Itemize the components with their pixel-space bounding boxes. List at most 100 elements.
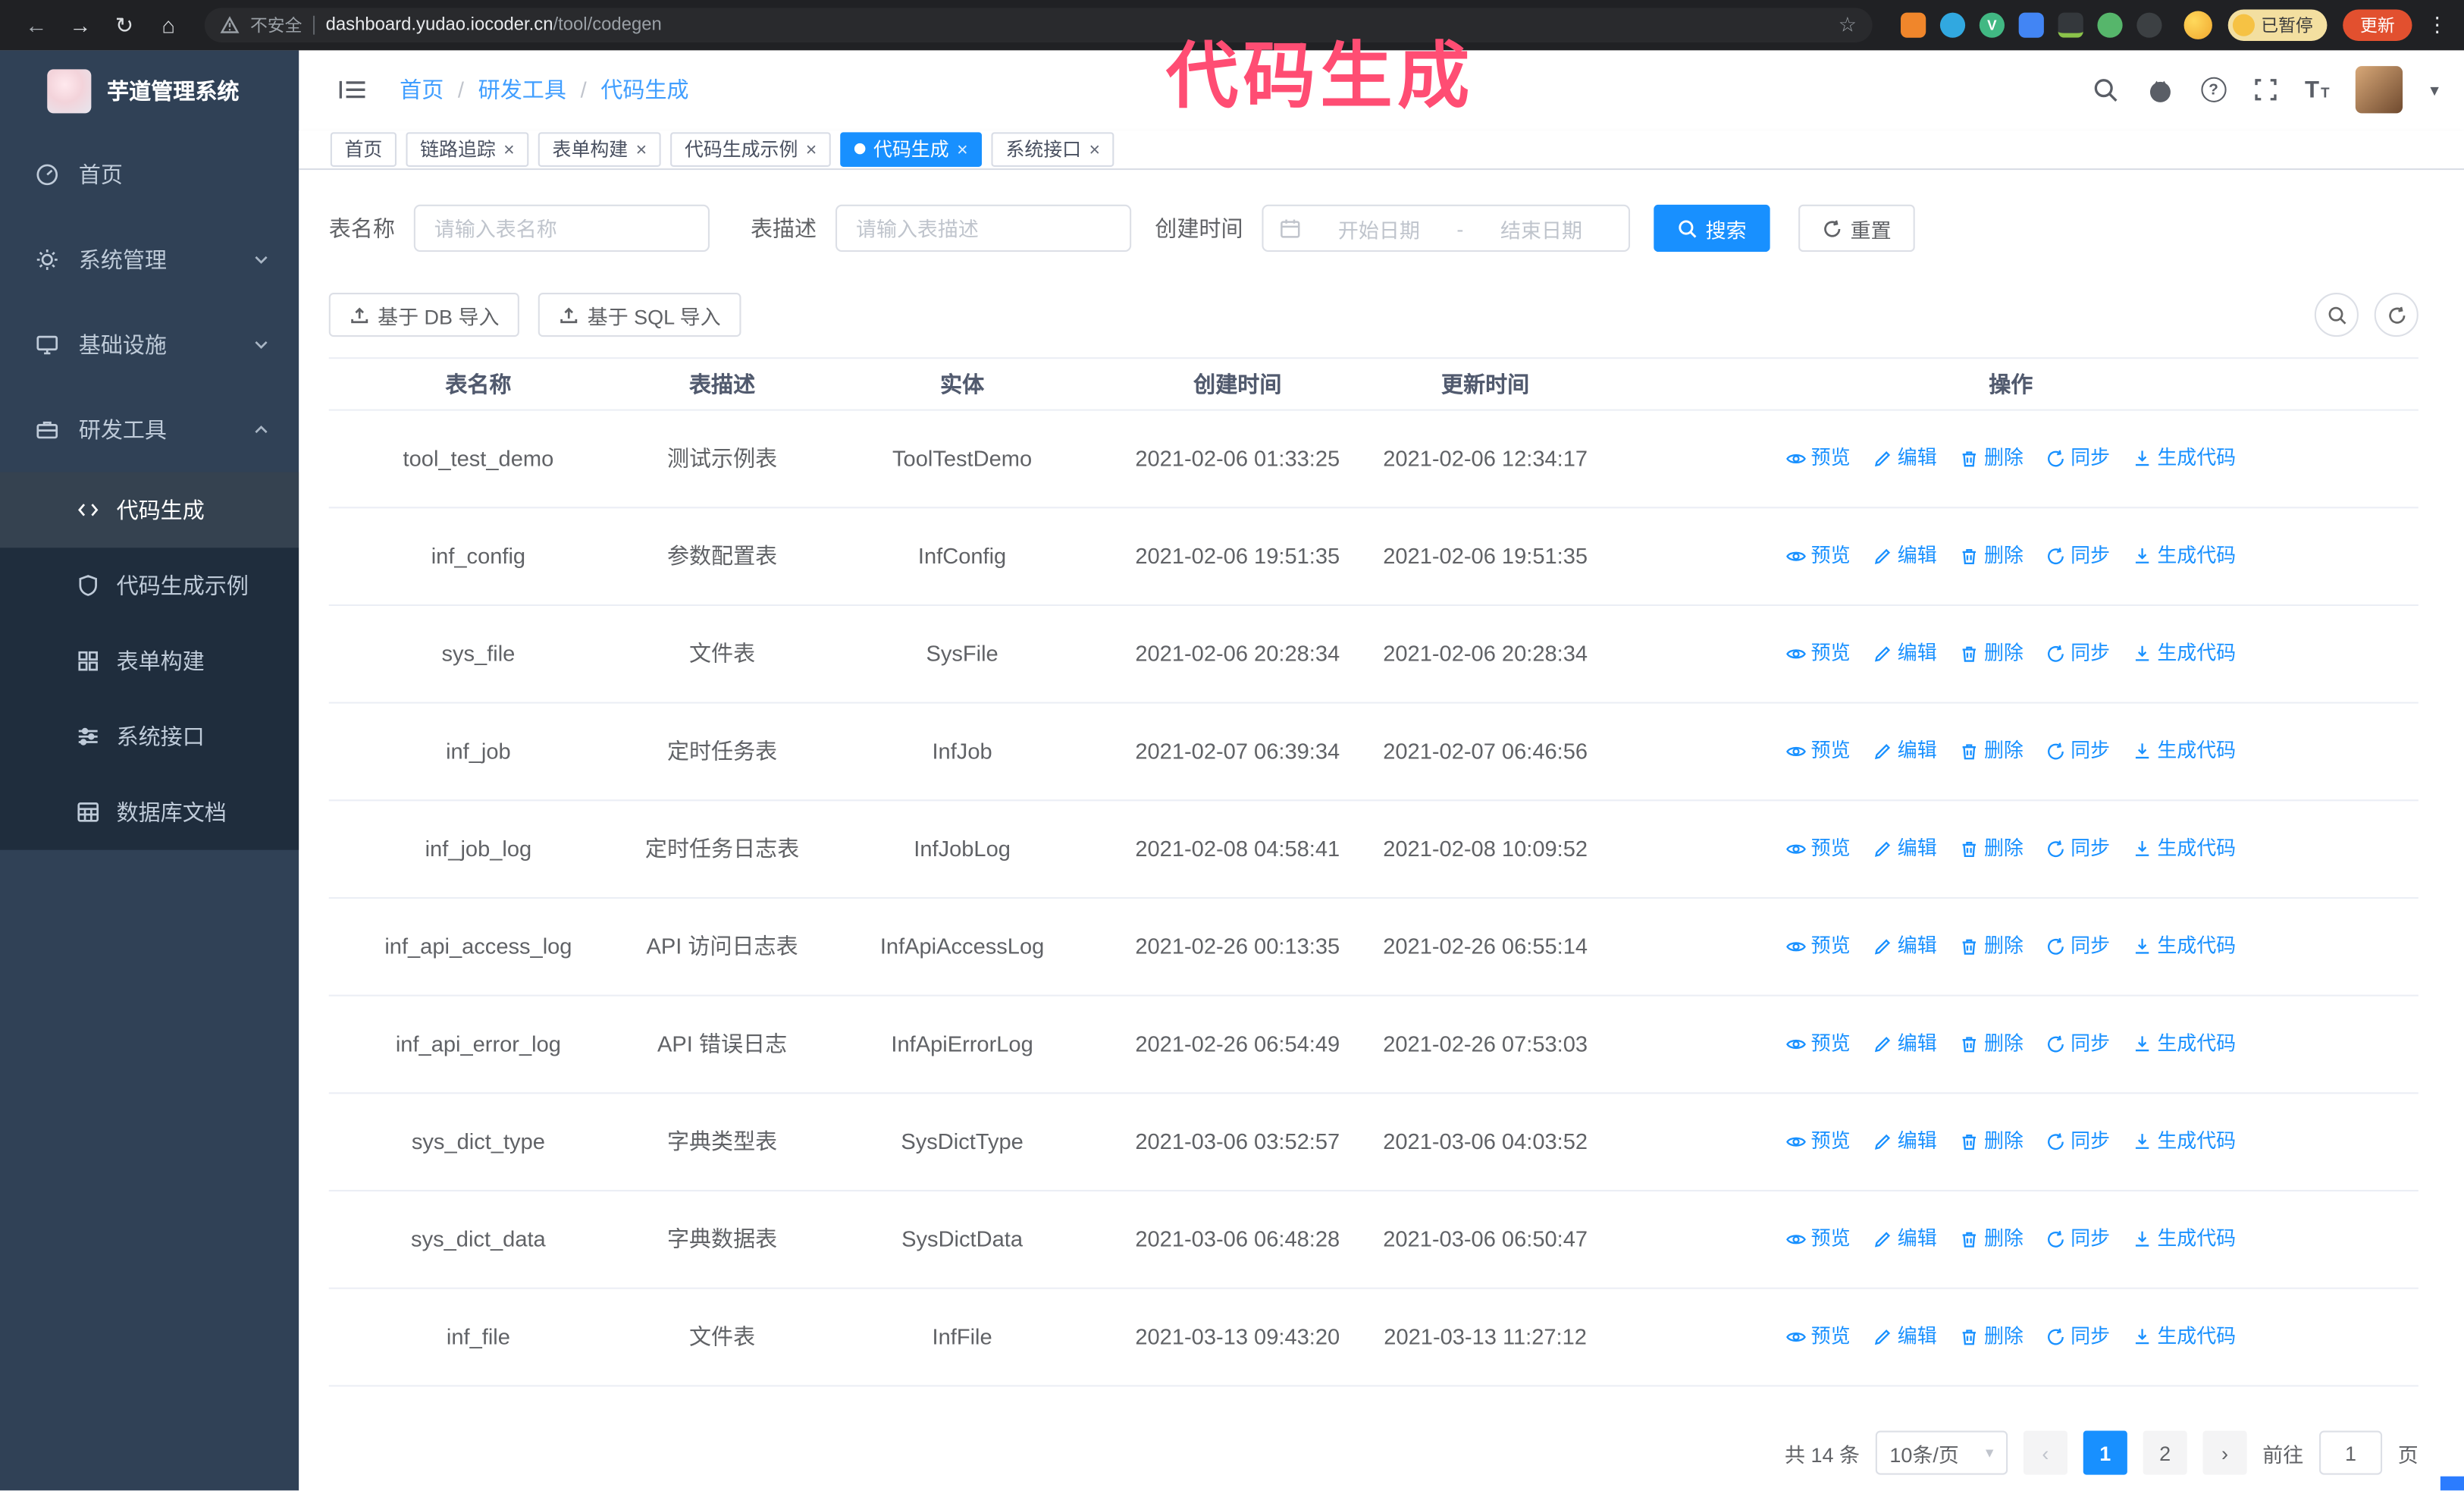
preview-link[interactable]: 预览 bbox=[1785, 834, 1851, 865]
preview-link[interactable]: 预览 bbox=[1785, 737, 1851, 767]
tab[interactable]: 代码生成示例 × bbox=[670, 132, 832, 167]
home-icon[interactable]: ⌂ bbox=[148, 13, 189, 38]
breadcrumb-item-devtools[interactable]: 研发工具 bbox=[478, 74, 566, 106]
sync-link[interactable]: 同步 bbox=[2045, 932, 2110, 962]
help-icon[interactable]: ? bbox=[2200, 77, 2227, 103]
sync-link[interactable]: 同步 bbox=[2045, 1127, 2110, 1157]
delete-link[interactable]: 删除 bbox=[1959, 834, 2024, 865]
breadcrumb-item-home[interactable]: 首页 bbox=[400, 74, 444, 106]
sidebar-subitem-codegen-example[interactable]: 代码生成示例 bbox=[0, 548, 299, 623]
extension-icon[interactable] bbox=[2018, 12, 2044, 38]
edit-link[interactable]: 编辑 bbox=[1873, 1127, 1937, 1157]
tab-close-icon[interactable]: × bbox=[957, 140, 968, 159]
tab-close-icon[interactable]: × bbox=[503, 140, 515, 159]
delete-link[interactable]: 删除 bbox=[1959, 1225, 2024, 1255]
toggle-search-button[interactable] bbox=[2314, 293, 2359, 337]
delete-link[interactable]: 删除 bbox=[1959, 444, 2024, 475]
delete-link[interactable]: 删除 bbox=[1959, 1323, 2024, 1353]
preview-link[interactable]: 预览 bbox=[1785, 444, 1851, 475]
edit-link[interactable]: 编辑 bbox=[1873, 639, 1937, 670]
reload-icon[interactable]: ↻ bbox=[104, 12, 145, 39]
tab[interactable]: 系统接口 × bbox=[991, 132, 1114, 167]
tab[interactable]: 表单构建 × bbox=[538, 132, 661, 167]
extensions-puzzle-icon[interactable] bbox=[2136, 12, 2162, 38]
edit-link[interactable]: 编辑 bbox=[1873, 1323, 1937, 1353]
goto-page-input[interactable] bbox=[2319, 1431, 2383, 1476]
preview-link[interactable]: 预览 bbox=[1785, 541, 1851, 572]
delete-link[interactable]: 删除 bbox=[1959, 541, 2024, 572]
hamburger-icon[interactable] bbox=[324, 77, 381, 102]
tab[interactable]: 代码生成 × bbox=[840, 132, 983, 167]
caret-down-icon[interactable]: ▾ bbox=[2430, 80, 2438, 100]
tab-close-icon[interactable]: × bbox=[806, 140, 817, 159]
extension-icon[interactable] bbox=[1901, 12, 1926, 38]
generate-code-link[interactable]: 生成代码 bbox=[2132, 834, 2236, 865]
sidebar-subitem-db-docs[interactable]: 数据库文档 bbox=[0, 774, 299, 850]
sidebar-item-home[interactable]: 首页 bbox=[0, 132, 299, 217]
search-icon[interactable] bbox=[2093, 77, 2119, 103]
bookmark-star-icon[interactable]: ☆ bbox=[1839, 13, 1857, 38]
sync-link[interactable]: 同步 bbox=[2045, 1030, 2110, 1060]
page-size-select[interactable]: 10条/页 ▾ bbox=[1875, 1431, 2008, 1476]
generate-code-link[interactable]: 生成代码 bbox=[2132, 1030, 2236, 1060]
delete-link[interactable]: 删除 bbox=[1959, 639, 2024, 670]
prev-page-button[interactable]: ‹ bbox=[2023, 1431, 2067, 1476]
generate-code-link[interactable]: 生成代码 bbox=[2132, 1323, 2236, 1353]
delete-link[interactable]: 删除 bbox=[1959, 932, 2024, 962]
tab-close-icon[interactable]: × bbox=[1089, 140, 1100, 159]
extension-icon[interactable] bbox=[2097, 12, 2123, 38]
url-bar[interactable]: 不安全 dashboard.yudao.iocoder.cn/tool/code… bbox=[204, 8, 1873, 43]
sidebar-item-infrastructure[interactable]: 基础设施 bbox=[0, 302, 299, 387]
delete-link[interactable]: 删除 bbox=[1959, 737, 2024, 767]
fullscreen-icon[interactable] bbox=[2252, 77, 2277, 102]
sidebar-subitem-form-builder[interactable]: 表单构建 bbox=[0, 623, 299, 699]
browser-menu-icon[interactable]: ⋮ bbox=[2426, 13, 2448, 38]
delete-link[interactable]: 删除 bbox=[1959, 1127, 2024, 1157]
extension-icon[interactable] bbox=[1939, 12, 1966, 38]
preview-link[interactable]: 预览 bbox=[1785, 1225, 1851, 1255]
generate-code-link[interactable]: 生成代码 bbox=[2132, 1127, 2236, 1157]
delete-link[interactable]: 删除 bbox=[1959, 1030, 2024, 1060]
sidebar-item-devtools[interactable]: 研发工具 bbox=[0, 388, 299, 472]
table-desc-input[interactable] bbox=[835, 205, 1132, 253]
date-range-picker[interactable]: 开始日期 - 结束日期 bbox=[1262, 205, 1631, 253]
refresh-table-button[interactable] bbox=[2374, 293, 2419, 337]
page-button-1[interactable]: 1 bbox=[2083, 1431, 2127, 1476]
preview-link[interactable]: 预览 bbox=[1785, 1127, 1851, 1157]
sync-link[interactable]: 同步 bbox=[2045, 1225, 2110, 1255]
preview-link[interactable]: 预览 bbox=[1785, 1323, 1851, 1353]
forward-icon[interactable]: → bbox=[60, 13, 101, 38]
preview-link[interactable]: 预览 bbox=[1785, 1030, 1851, 1060]
edit-link[interactable]: 编辑 bbox=[1873, 541, 1937, 572]
generate-code-link[interactable]: 生成代码 bbox=[2132, 932, 2236, 962]
sidebar-item-system[interactable]: 系统管理 bbox=[0, 217, 299, 302]
import-sql-button[interactable]: 基于 SQL 导入 bbox=[538, 293, 741, 337]
generate-code-link[interactable]: 生成代码 bbox=[2132, 1225, 2236, 1255]
fontsize-icon[interactable]: TT bbox=[2305, 77, 2330, 103]
sync-link[interactable]: 同步 bbox=[2045, 834, 2110, 865]
sync-link[interactable]: 同步 bbox=[2045, 639, 2110, 670]
github-icon[interactable] bbox=[2146, 77, 2174, 103]
reset-button[interactable]: 重置 bbox=[1798, 205, 1915, 253]
edit-link[interactable]: 编辑 bbox=[1873, 737, 1937, 767]
sidebar-subitem-system-api[interactable]: 系统接口 bbox=[0, 698, 299, 774]
tab[interactable]: 首页 bbox=[330, 132, 397, 167]
page-button-2[interactable]: 2 bbox=[2143, 1431, 2187, 1476]
edit-link[interactable]: 编辑 bbox=[1873, 444, 1937, 475]
breadcrumb-item-codegen[interactable]: 代码生成 bbox=[600, 74, 688, 106]
next-page-button[interactable]: › bbox=[2202, 1431, 2247, 1476]
edit-link[interactable]: 编辑 bbox=[1873, 834, 1937, 865]
edit-link[interactable]: 编辑 bbox=[1873, 1030, 1937, 1060]
generate-code-link[interactable]: 生成代码 bbox=[2132, 541, 2236, 572]
update-button[interactable]: 更新 bbox=[2343, 9, 2412, 41]
vue-devtools-icon[interactable]: V bbox=[1979, 12, 2005, 38]
generate-code-link[interactable]: 生成代码 bbox=[2132, 639, 2236, 670]
generate-code-link[interactable]: 生成代码 bbox=[2132, 737, 2236, 767]
user-avatar[interactable] bbox=[2356, 66, 2404, 115]
extension-icon[interactable] bbox=[2058, 12, 2083, 38]
sync-link[interactable]: 同步 bbox=[2045, 541, 2110, 572]
preview-link[interactable]: 预览 bbox=[1785, 932, 1851, 962]
sync-link[interactable]: 同步 bbox=[2045, 737, 2110, 767]
paused-badge[interactable]: 已暂停 bbox=[2227, 9, 2328, 41]
tab-close-icon[interactable]: × bbox=[636, 140, 647, 159]
